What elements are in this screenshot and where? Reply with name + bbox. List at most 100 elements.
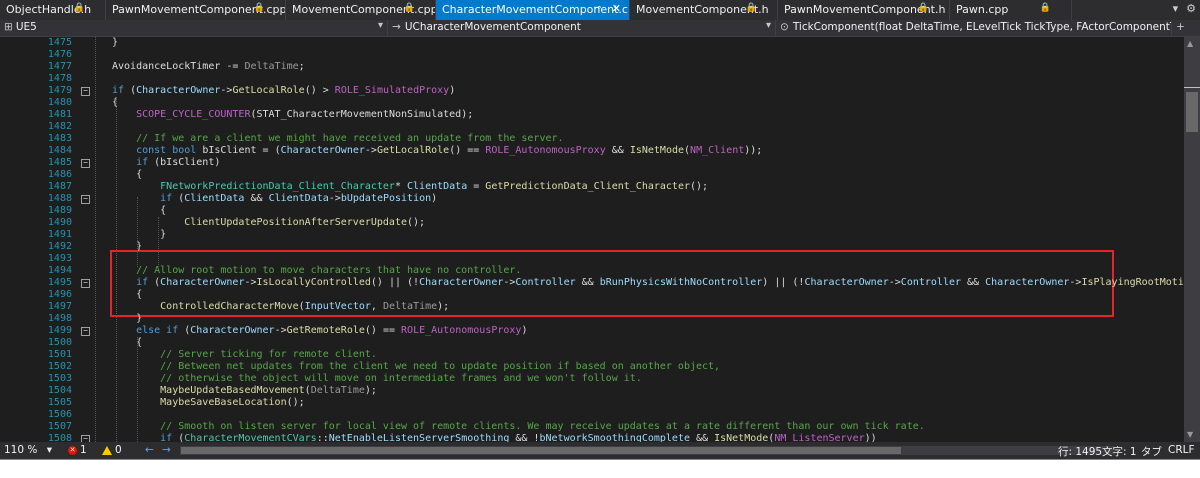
code-line[interactable]: FNetworkPredictionData_Client_Character*… bbox=[160, 181, 708, 193]
code-token: if bbox=[136, 277, 149, 288]
close-icon[interactable]: ✕ bbox=[612, 2, 621, 15]
lock-icon[interactable]: 🔒 bbox=[404, 3, 415, 13]
scroll-down-icon[interactable]: ▼ bbox=[1187, 430, 1193, 439]
horizontal-scrollbar[interactable] bbox=[180, 446, 1115, 455]
line-number: 1485 bbox=[47, 157, 72, 168]
tab-item[interactable]: PawnMovementComponent.h 🔒 bbox=[778, 0, 950, 20]
code-editor[interactable]: 1475 1476 1477 1478 1479 1480 1481 1482 1483 1484… bbox=[0, 37, 1200, 442]
indicator-margin bbox=[0, 37, 30, 442]
line-number-gutter: 1475 1476 1477 1478 1479 1480 1481 1482 1483 1484… bbox=[30, 37, 72, 442]
code-line[interactable]: MaybeSaveBaseLocation(); bbox=[160, 397, 305, 409]
code-line[interactable]: AvoidanceLockTimer -= DeltaTime; bbox=[112, 61, 305, 73]
code-token: * bbox=[394, 181, 408, 192]
code-line[interactable]: if (CharacterOwner->IsLocallyControlled(… bbox=[136, 277, 1200, 289]
code-token: // Smooth on listen server for local vie… bbox=[160, 421, 925, 432]
fold-toggle-icon[interactable]: − bbox=[81, 435, 90, 442]
scope-dropdown[interactable]: → UCharacterMovementComponent ▾ bbox=[388, 20, 776, 36]
navigate-forward-button[interactable]: → bbox=[162, 444, 171, 456]
code-line[interactable]: MaybeUpdateBasedMovement(DeltaTime); bbox=[160, 385, 377, 397]
code-token: IsLocallyControlled bbox=[256, 277, 371, 288]
code-token: IsPlayingRootMotion bbox=[1081, 277, 1196, 288]
zoom-dropdown[interactable]: 110 % ▾ bbox=[4, 444, 52, 456]
char-indicator[interactable]: 文字: 1 bbox=[1102, 444, 1137, 459]
lock-icon[interactable]: 🔒 bbox=[918, 3, 929, 13]
editor-status-bar: 110 % ▾ ✕ 1 0 ← → 行: 1495 文字: 1 タブ CRLF bbox=[0, 442, 1200, 459]
code-line[interactable]: // Allow root motion to move characters … bbox=[136, 265, 521, 277]
code-token: ControlledCharacterMove bbox=[160, 301, 299, 312]
line-ending-indicator[interactable]: CRLF bbox=[1168, 444, 1195, 456]
tab-item[interactable]: ObjectHandle.h 🔒 bbox=[0, 0, 106, 20]
code-token: ) bbox=[521, 325, 528, 336]
scroll-up-icon[interactable]: ▲ bbox=[1187, 39, 1193, 48]
tab-list-dropdown-icon[interactable]: ▾ bbox=[1173, 2, 1179, 15]
code-token: = bbox=[467, 181, 486, 192]
indent-indicator[interactable]: タブ bbox=[1141, 444, 1162, 459]
vertical-scroll-thumb[interactable] bbox=[1186, 92, 1198, 132]
tab-item[interactable]: MovementComponent.h 🔒 bbox=[630, 0, 778, 20]
code-line[interactable]: { bbox=[160, 205, 166, 217]
lock-icon[interactable]: 🔒 bbox=[254, 3, 265, 13]
warning-count[interactable]: 0 bbox=[102, 444, 122, 456]
code-line[interactable]: { bbox=[136, 289, 142, 301]
code-token: CharacterOwner bbox=[136, 85, 221, 96]
horizontal-scroll-thumb[interactable] bbox=[181, 447, 901, 454]
project-dropdown[interactable]: ⊞ UE5 ▾ bbox=[0, 20, 388, 36]
code-line[interactable]: } bbox=[160, 229, 166, 241]
member-dropdown[interactable]: ⊙ TickComponent(float DeltaTime, ELevelTi… bbox=[776, 20, 1172, 36]
tab-settings-icon[interactable]: ⚙ bbox=[1186, 2, 1196, 15]
error-count[interactable]: ✕ 1 bbox=[68, 444, 87, 456]
code-line[interactable]: SCOPE_CYCLE_COUNTER(STAT_CharacterMoveme… bbox=[136, 109, 473, 121]
lock-icon[interactable]: 🔒 bbox=[74, 3, 85, 13]
code-line[interactable]: const bool bIsClient = (CharacterOwner->… bbox=[136, 145, 762, 157]
lock-icon[interactable]: 🔒 bbox=[746, 3, 757, 13]
code-token: ); bbox=[364, 385, 377, 396]
tab-item[interactable]: Pawn.cpp 🔒 bbox=[950, 0, 1072, 20]
line-number: 1487 bbox=[47, 181, 72, 192]
fold-toggle-icon[interactable]: − bbox=[81, 279, 90, 288]
code-line[interactable]: { bbox=[136, 169, 142, 181]
code-token: AvoidanceLockTimer -= bbox=[112, 61, 245, 72]
code-line[interactable]: if (CharacterOwner->GetLocalRole() > ROL… bbox=[112, 85, 455, 97]
code-line[interactable]: if (ClientData && ClientData->bUpdatePos… bbox=[160, 193, 437, 205]
scope-name: UCharacterMovementComponent bbox=[404, 21, 581, 33]
code-token: } bbox=[112, 37, 119, 48]
code-token: -> bbox=[888, 277, 901, 288]
code-token: // otherwise the object will move on int… bbox=[160, 373, 642, 384]
code-line[interactable]: if (CharacterMovementCVars::NetEnableLis… bbox=[160, 433, 877, 442]
code-line[interactable]: ClientUpdatePositionAfterServerUpdate(); bbox=[184, 217, 425, 229]
code-token: -> bbox=[274, 325, 287, 336]
lock-icon[interactable]: 🔒 bbox=[1040, 3, 1051, 13]
code-line[interactable]: } bbox=[112, 37, 118, 49]
code-token: -> bbox=[364, 145, 377, 156]
vertical-scrollbar[interactable]: ▲ ▼ bbox=[1184, 37, 1200, 442]
code-token: () || (! bbox=[370, 277, 420, 288]
code-line[interactable]: else if (CharacterOwner->GetRemoteRole()… bbox=[136, 325, 527, 337]
code-token: SCOPE_CYCLE_COUNTER bbox=[136, 109, 251, 120]
split-editor-button[interactable]: + bbox=[1172, 20, 1200, 36]
code-token: CharacterOwner bbox=[190, 325, 275, 336]
code-token: ROLE_AutonomousProxy bbox=[485, 145, 606, 156]
fold-toggle-icon[interactable]: − bbox=[81, 195, 90, 204]
line-number: 1494 bbox=[47, 265, 72, 276]
member-icon: ⊙ bbox=[780, 21, 789, 33]
fold-toggle-icon[interactable]: − bbox=[81, 87, 90, 96]
code-token: // If we are a client we might have rece… bbox=[136, 133, 564, 144]
code-line[interactable]: if (bIsClient) bbox=[136, 157, 220, 169]
tab-item[interactable]: PawnMovementComponent.cpp 🔒 bbox=[106, 0, 286, 20]
code-line[interactable]: // Smooth on listen server for local vie… bbox=[160, 421, 925, 433]
code-line[interactable]: // Server ticking for remote client. bbox=[160, 349, 377, 361]
code-line[interactable]: } bbox=[136, 313, 142, 325]
fold-toggle-icon[interactable]: − bbox=[81, 159, 90, 168]
line-number: 1479 bbox=[47, 85, 72, 96]
code-line[interactable]: // If we are a client we might have rece… bbox=[136, 133, 563, 145]
code-line[interactable]: // otherwise the object will move on int… bbox=[160, 373, 642, 385]
fold-toggle-icon[interactable]: − bbox=[81, 327, 90, 336]
line-number: 1503 bbox=[47, 373, 72, 384]
code-line[interactable]: ControlledCharacterMove(InputVector, Del… bbox=[160, 301, 449, 313]
code-line[interactable]: // Between net updates from the client w… bbox=[160, 361, 720, 373]
pin-icon[interactable]: ⊸ bbox=[593, 3, 601, 13]
navigate-back-button[interactable]: ← bbox=[145, 444, 154, 456]
tab-item[interactable]: MovementComponent.cpp 🔒 bbox=[286, 0, 436, 20]
tab-item[interactable]: CharacterMovementComponent.cpp ⊸ ✕ bbox=[436, 0, 630, 20]
line-indicator[interactable]: 行: 1495 bbox=[1058, 444, 1102, 459]
